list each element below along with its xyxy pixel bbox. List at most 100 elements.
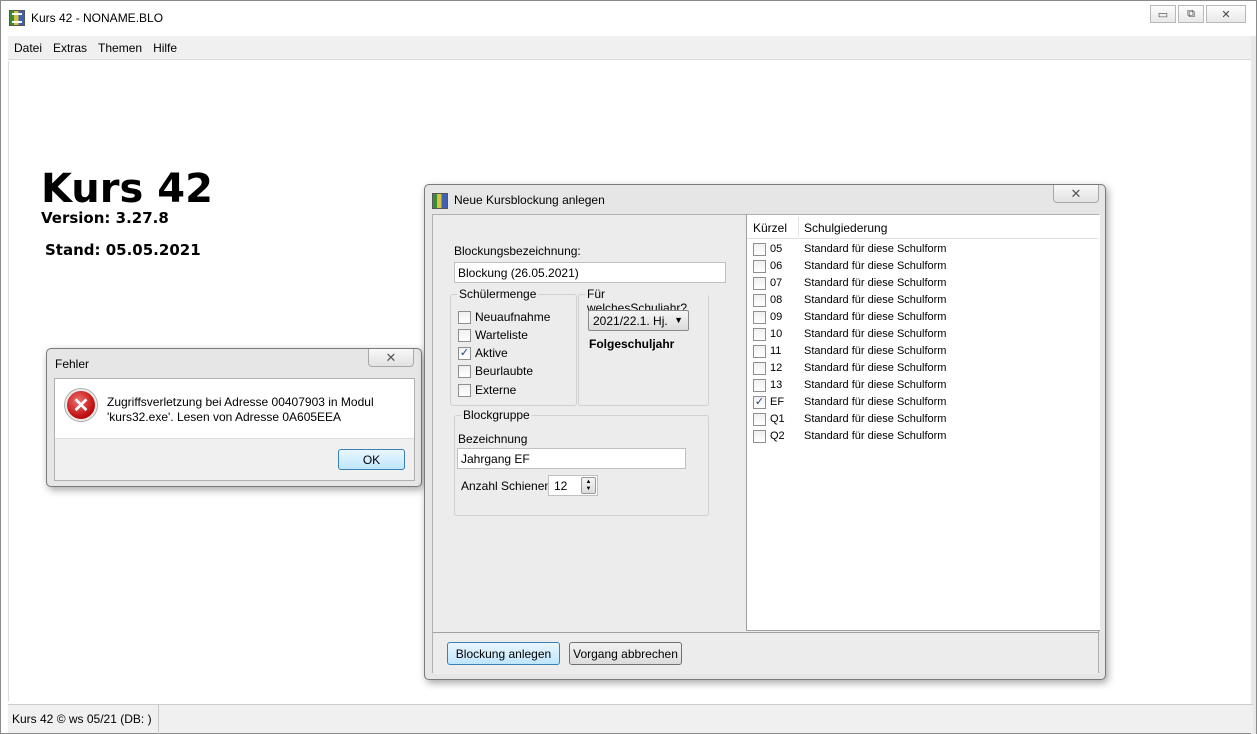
blockgruppe-label: Blockgruppe — [461, 408, 532, 422]
title-bar: Kurs 42 - NONAME.BLO ▭ ⧉ ✕ — [1, 1, 1256, 34]
row-checkbox[interactable] — [753, 345, 766, 358]
ok-button[interactable]: OK — [338, 449, 405, 470]
error-dialog-title: Fehler — [55, 357, 90, 371]
bezeichnung-input[interactable]: Jahrgang EF — [457, 448, 686, 469]
row-kuerzel: EF — [770, 396, 785, 408]
column-header-schulgliederung[interactable]: Schulgiederung — [804, 221, 887, 235]
close-button[interactable]: ✕ — [1206, 5, 1246, 23]
checkbox-label: Aktive — [475, 346, 508, 360]
maximize-button[interactable]: ⧉ — [1178, 5, 1204, 23]
checkbox-label: Warteliste — [475, 328, 528, 342]
schuljahr-select-value: 2021/22.1. Hj. — [593, 314, 668, 328]
settings-pane: Blockungsbezeichnung: Blockung (26.05.20… — [433, 215, 746, 631]
checkbox-label: Beurlaubte — [475, 364, 534, 378]
row-checkbox[interactable] — [753, 243, 766, 256]
row-kuerzel: Q2 — [770, 430, 785, 442]
app-icon — [9, 10, 25, 26]
row-schulgliederung: Standard für diese Schulform — [804, 430, 947, 442]
list-item[interactable]: 13 Standard für diese Schulform — [747, 377, 1100, 394]
menu-hilfe[interactable]: Hilfe — [153, 41, 177, 55]
status-text: Kurs 42 © ws 05/21 (DB: ) — [8, 705, 159, 734]
row-checkbox[interactable]: ✓ — [753, 396, 766, 409]
checkbox-aktive[interactable]: ✓ Aktive — [458, 346, 508, 360]
row-checkbox[interactable] — [753, 430, 766, 443]
checkbox-box[interactable] — [458, 328, 471, 342]
menu-datei[interactable]: Datei — [14, 41, 42, 55]
row-schulgliederung: Standard für diese Schulform — [804, 311, 947, 323]
checkbox-box[interactable]: ✓ — [458, 346, 471, 360]
row-checkbox[interactable] — [753, 260, 766, 273]
list-item[interactable]: 08 Standard für diese Schulform — [747, 292, 1100, 309]
row-checkbox[interactable] — [753, 294, 766, 307]
row-checkbox[interactable] — [753, 311, 766, 324]
list-item[interactable]: 11 Standard für diese Schulform — [747, 343, 1100, 360]
list-item[interactable]: 09 Standard für diese Schulform — [747, 309, 1100, 326]
splash-stand: Stand: 05.05.2021 — [45, 241, 201, 259]
splash-title: Kurs 42 — [41, 166, 213, 212]
row-kuerzel: Q1 — [770, 413, 785, 425]
vorgang-abbrechen-button[interactable]: Vorgang abbrechen — [569, 642, 682, 665]
window-edge — [1251, 36, 1256, 734]
row-checkbox[interactable] — [753, 413, 766, 426]
row-schulgliederung: Standard für diese Schulform — [804, 260, 947, 272]
row-checkbox[interactable] — [753, 362, 766, 375]
error-message: Zugriffsverletzung bei Adresse 00407903 … — [107, 395, 374, 424]
error-dialog-close-button[interactable]: ✕ — [368, 349, 414, 367]
error-dialog-titlebar: Fehler ✕ — [47, 349, 421, 375]
row-schulgliederung: Standard für diese Schulform — [804, 362, 947, 374]
checkbox-beurlaubte[interactable]: Beurlaubte — [458, 364, 533, 378]
error-icon: ✕ — [65, 389, 97, 421]
row-kuerzel: 06 — [770, 260, 783, 272]
checkbox-warteliste[interactable]: Warteliste — [458, 328, 528, 342]
list-item[interactable]: 12 Standard für diese Schulform — [747, 360, 1100, 377]
row-checkbox[interactable] — [753, 328, 766, 341]
list-rows: 05 Standard für diese Schulform 06 Standard… — [747, 241, 1100, 445]
checkbox-externe[interactable]: Externe — [458, 383, 516, 397]
error-dialog: Fehler ✕ ✕ Zugriffsverletzung bei Adress… — [46, 348, 422, 487]
row-schulgliederung: Standard für diese Schulform — [804, 294, 947, 306]
row-checkbox[interactable] — [753, 379, 766, 392]
minimize-button[interactable]: ▭ — [1150, 5, 1176, 23]
list-item[interactable]: Q2 Standard für diese Schulform — [747, 428, 1100, 445]
column-divider[interactable] — [798, 217, 799, 237]
row-kuerzel: 09 — [770, 311, 783, 323]
list-item[interactable]: ✓ EF Standard für diese Schulform — [747, 394, 1100, 411]
schienen-label: Anzahl Schienen — [461, 479, 552, 493]
stepper-arrows-icon[interactable]: ▲ ▼ — [581, 477, 596, 494]
checkbox-neuaufnahme[interactable]: Neuaufnahme — [458, 310, 550, 324]
row-schulgliederung: Standard für diese Schulform — [804, 243, 947, 255]
blockung-anlegen-button[interactable]: Blockung anlegen — [447, 642, 560, 665]
row-kuerzel: 05 — [770, 243, 783, 255]
checkbox-box[interactable] — [458, 383, 471, 397]
kursblockung-title: Neue Kursblockung anlegen — [454, 193, 605, 207]
list-item[interactable]: 06 Standard für diese Schulform — [747, 258, 1100, 275]
kursblockung-close-button[interactable]: ✕ — [1053, 185, 1099, 203]
blockungsbezeichnung-input[interactable]: Blockung (26.05.2021) — [454, 262, 726, 283]
menu-bar: Datei Extras Themen Hilfe — [8, 36, 1252, 60]
row-kuerzel: 07 — [770, 277, 783, 289]
row-kuerzel: 08 — [770, 294, 783, 306]
row-schulgliederung: Standard für diese Schulform — [804, 345, 947, 357]
row-kuerzel: 11 — [770, 345, 782, 357]
window-title: Kurs 42 - NONAME.BLO — [31, 11, 164, 25]
schienen-stepper[interactable]: 12 ▲ ▼ — [548, 475, 598, 496]
list-item[interactable]: 05 Standard für diese Schulform — [747, 241, 1100, 258]
window-controls: ▭ ⧉ ✕ — [1150, 5, 1246, 23]
checkbox-box[interactable] — [458, 364, 471, 378]
row-checkbox[interactable] — [753, 277, 766, 290]
kursblockung-body: Blockungsbezeichnung: Blockung (26.05.20… — [432, 214, 1100, 674]
list-item[interactable]: Q1 Standard für diese Schulform — [747, 411, 1100, 428]
checkbox-label: Neuaufnahme — [475, 310, 551, 324]
splash-version: Version: 3.27.8 — [41, 209, 169, 227]
column-header-kuerzel[interactable]: Kürzel — [753, 221, 787, 235]
blockungsbezeichnung-label: Blockungsbezeichnung: — [454, 244, 581, 258]
checkbox-box[interactable] — [458, 310, 471, 324]
menu-themen[interactable]: Themen — [98, 41, 142, 55]
row-kuerzel: 13 — [770, 379, 783, 391]
list-item[interactable]: 10 Standard für diese Schulform — [747, 326, 1100, 343]
menu-extras[interactable]: Extras — [53, 41, 87, 55]
schuelermenge-label: Schülermenge — [457, 287, 539, 301]
list-item[interactable]: 07 Standard für diese Schulform — [747, 275, 1100, 292]
schuljahr-select[interactable]: 2021/22.1. Hj. ▼ — [588, 310, 689, 331]
chevron-down-icon: ▼ — [674, 315, 683, 325]
